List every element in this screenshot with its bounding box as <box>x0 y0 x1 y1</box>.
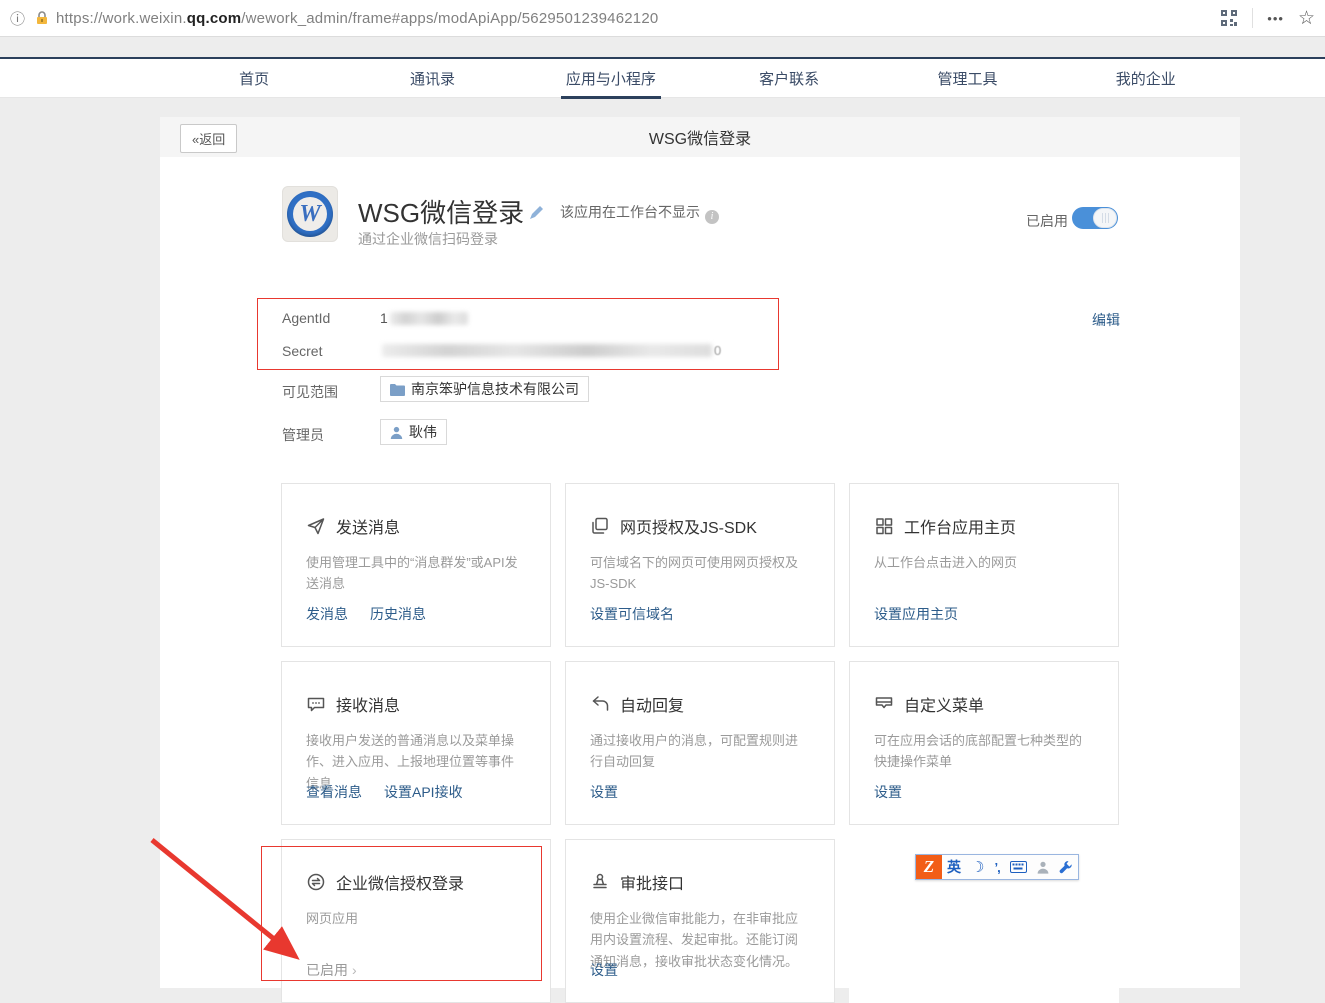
app-detail-header: «返回 WSG微信登录 <box>160 117 1240 157</box>
card-desc: 可信域名下的网页可使用网页授权及JS-SDK <box>590 552 810 595</box>
admin-tag[interactable]: 耿伟 <box>380 419 447 445</box>
receive-message-icon <box>306 694 326 714</box>
agentid-redacted <box>390 312 468 325</box>
info-icon[interactable]: i <box>705 210 719 224</box>
nav-tab-my-company[interactable]: 我的企业 <box>1057 59 1235 98</box>
auto-reply-settings-link[interactable]: 设置 <box>590 782 618 802</box>
main-navigation: 首页 通讯录 应用与小程序 客户联系 管理工具 我的企业 <box>0 59 1325 98</box>
ime-soft-keyboard-icon[interactable] <box>1005 861 1032 873</box>
card-desc: 从工作台点击进入的网页 <box>874 552 1094 573</box>
browser-more-icon[interactable]: ••• <box>1267 11 1284 26</box>
admin-name: 耿伟 <box>409 422 437 442</box>
qr-code-icon[interactable] <box>1220 9 1238 27</box>
bookmark-star-icon[interactable]: ☆ <box>1298 7 1315 30</box>
card-title: 网页授权及JS-SDK <box>620 514 757 538</box>
set-api-receive-link[interactable]: 设置API接收 <box>384 782 463 802</box>
toolbar-divider <box>1252 8 1253 28</box>
card-title: 发送消息 <box>336 514 400 538</box>
card-auto-reply: 自动回复 通过接收用户的消息，可配置规则进行自动回复 设置 <box>565 661 835 825</box>
page-info-icon[interactable]: ⓘ <box>10 8 25 29</box>
card-title: 自动回复 <box>620 692 684 716</box>
url-text[interactable]: https://work.weixin.qq.com/wework_admin/… <box>56 10 658 27</box>
app-description: 通过企业微信扫码登录 <box>358 229 498 249</box>
card-custom-menu: 自定义菜单 可在应用会话的底部配置七种类型的快捷操作菜单 设置 <box>849 661 1119 825</box>
card-send-message: 发送消息 使用管理工具中的“消息群发”或API发送消息 发消息 历史消息 <box>281 483 551 647</box>
card-title: 自定义菜单 <box>904 692 984 716</box>
app-logo: W <box>282 186 338 242</box>
card-desc: 可在应用会话的底部配置七种类型的快捷操作菜单 <box>874 730 1094 773</box>
secret-value: 0 <box>380 343 721 358</box>
card-title: 工作台应用主页 <box>904 514 1016 538</box>
app-logo-letter: W <box>293 197 327 231</box>
auto-reply-icon <box>590 694 610 714</box>
custom-menu-icon <box>874 694 894 714</box>
folder-icon <box>390 383 405 396</box>
app-enabled-toggle[interactable] <box>1072 207 1118 229</box>
edit-name-pencil-icon[interactable] <box>528 205 544 221</box>
card-receive-message: 接收消息 接收用户发送的普通消息以及菜单操作、进入应用、上报地理位置等事件信息 … <box>281 661 551 825</box>
approval-icon <box>590 872 610 892</box>
secret-redacted <box>382 344 712 357</box>
ime-toolbar[interactable]: Z 英 ☽ ’, <box>915 854 1079 880</box>
agentid-value: 1 <box>380 310 468 326</box>
page-title: WSG微信登录 <box>160 125 1240 149</box>
approval-settings-link[interactable]: 设置 <box>590 960 618 980</box>
browser-address-bar[interactable]: ⓘ https://work.weixin.qq.com/wework_admi… <box>0 0 1325 37</box>
toggle-knob <box>1093 208 1117 228</box>
ime-settings-wrench-icon[interactable] <box>1054 860 1078 874</box>
send-message-link[interactable]: 发消息 <box>306 604 348 624</box>
send-icon <box>306 516 326 536</box>
visible-scope-tag[interactable]: 南京笨驴信息技术有限公司 <box>380 376 589 402</box>
admin-label: 管理员 <box>282 425 324 445</box>
workbench-home-icon <box>874 516 894 536</box>
card-desc: 使用管理工具中的“消息群发”或API发送消息 <box>306 552 526 595</box>
ime-language-toggle[interactable]: 英 <box>942 857 966 877</box>
visible-scope-label: 可见范围 <box>282 382 338 402</box>
nav-tab-contacts[interactable]: 通讯录 <box>343 59 521 98</box>
secret-label: Secret <box>282 343 322 359</box>
view-message-link[interactable]: 查看消息 <box>306 782 362 802</box>
card-title: 接收消息 <box>336 692 400 716</box>
credentials-annotation-box <box>257 298 779 370</box>
person-icon <box>390 426 403 439</box>
back-button[interactable]: «返回 <box>180 124 237 153</box>
card-desc: 使用企业微信审批能力，在非审批应用内设置流程、发起审批。还能订阅通知消息，接收审… <box>590 908 810 972</box>
card-title: 审批接口 <box>620 870 684 894</box>
set-app-homepage-link[interactable]: 设置应用主页 <box>874 604 958 624</box>
ime-logo-icon[interactable]: Z <box>916 855 942 879</box>
agentid-label: AgentId <box>282 310 330 326</box>
set-trusted-domain-link[interactable]: 设置可信域名 <box>590 604 674 624</box>
ime-fullhalf-moon-icon[interactable]: ☽ <box>966 858 989 876</box>
history-message-link[interactable]: 历史消息 <box>370 604 426 624</box>
enabled-status-label: 已启用 <box>1026 211 1068 231</box>
webauth-icon <box>590 516 610 536</box>
card-approval-api: 审批接口 使用企业微信审批能力，在非审批应用内设置流程、发起审批。还能订阅通知消… <box>565 839 835 1003</box>
nav-tab-customer[interactable]: 客户联系 <box>700 59 878 98</box>
card-web-auth-jssdk: 网页授权及JS-SDK 可信域名下的网页可使用网页授权及JS-SDK 设置可信域… <box>565 483 835 647</box>
ime-skin-person-icon[interactable] <box>1032 861 1054 874</box>
card-desc: 通过接收用户的消息，可配置规则进行自动回复 <box>590 730 810 773</box>
nav-tab-home[interactable]: 首页 <box>165 59 343 98</box>
nav-tab-apps[interactable]: 应用与小程序 <box>522 59 700 98</box>
workbench-visibility-note: 该应用在工作台不显示i <box>560 202 719 224</box>
custom-menu-settings-link[interactable]: 设置 <box>874 782 902 802</box>
app-name: WSG微信登录 <box>358 193 524 230</box>
visible-scope-company: 南京笨驴信息技术有限公司 <box>411 379 579 399</box>
oauth-card-annotation-box <box>261 846 542 981</box>
card-workbench-homepage: 工作台应用主页 从工作台点击进入的网页 设置应用主页 <box>849 483 1119 647</box>
edit-credentials-link[interactable]: 编辑 <box>1092 310 1120 330</box>
security-warning-lock-icon[interactable] <box>34 10 50 26</box>
ime-punctuation-icon[interactable]: ’, <box>989 860 1004 875</box>
nav-tab-admin-tools[interactable]: 管理工具 <box>878 59 1056 98</box>
